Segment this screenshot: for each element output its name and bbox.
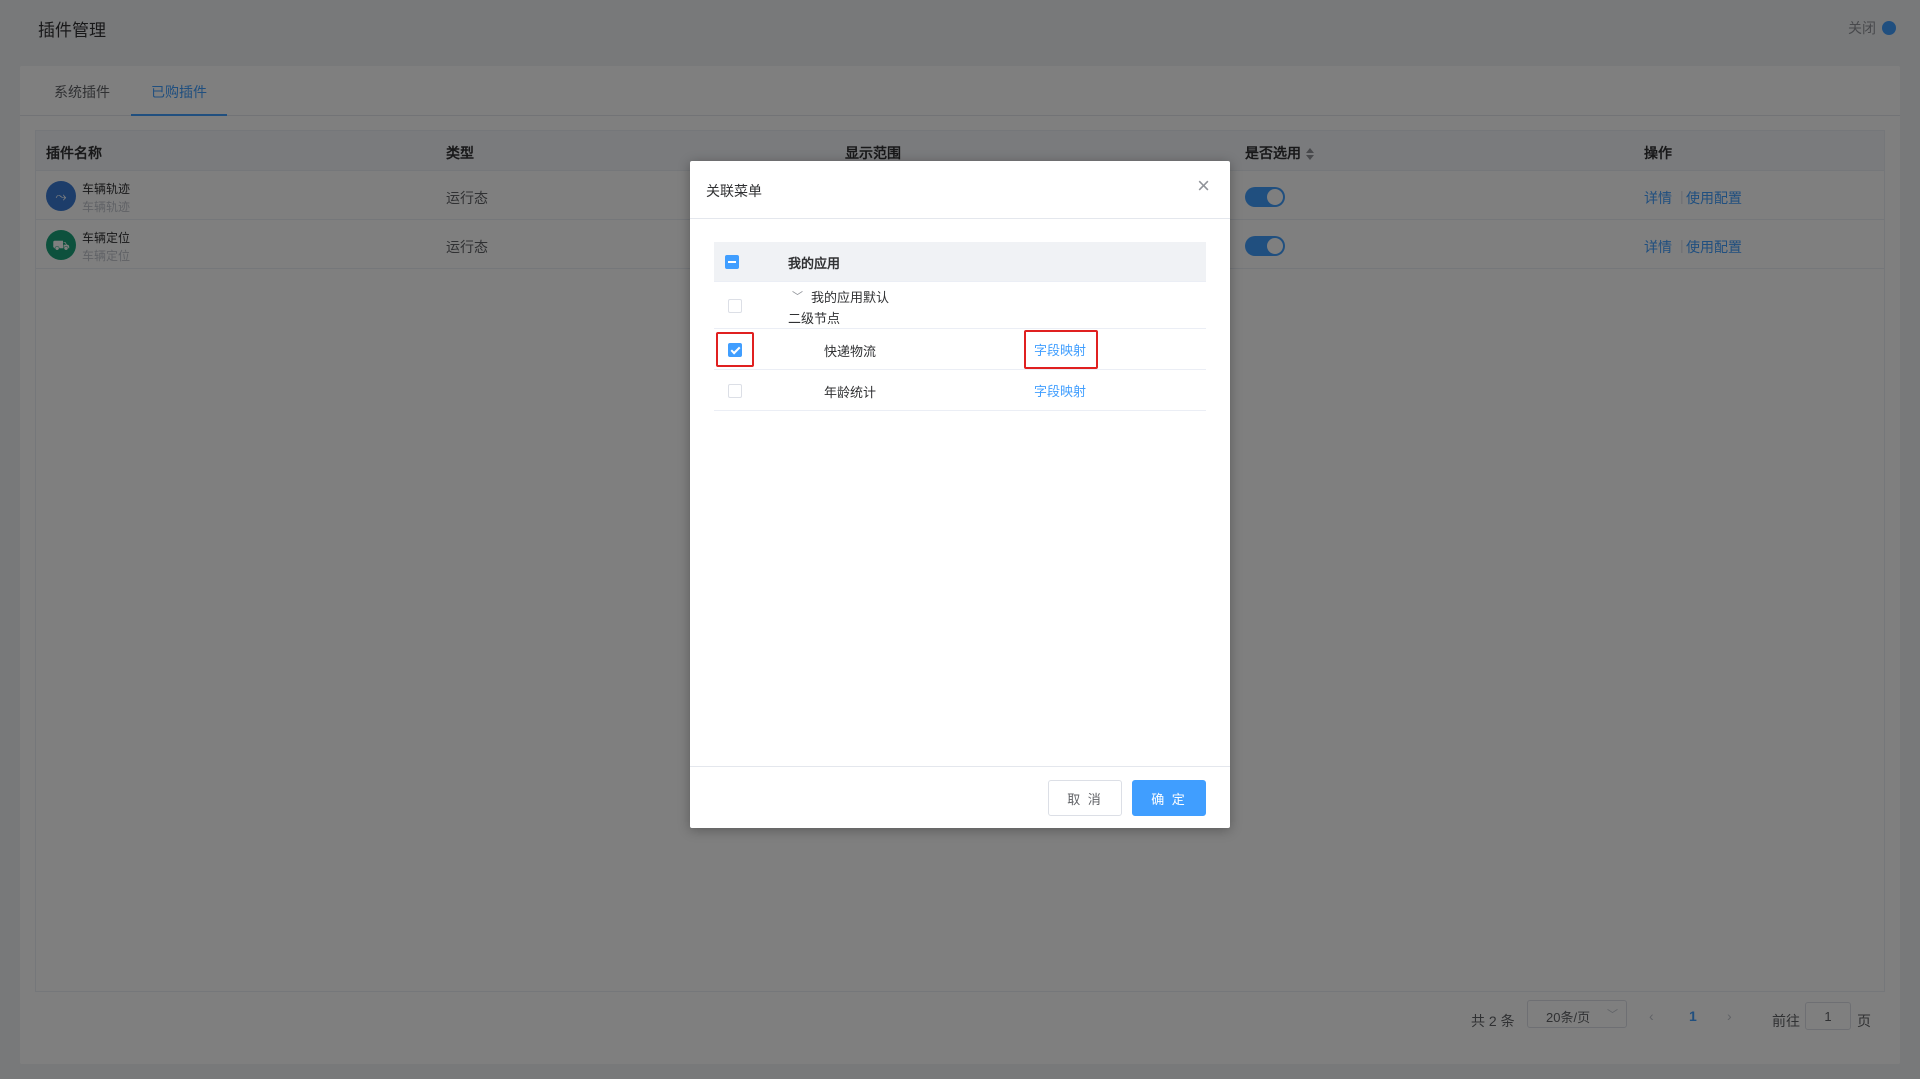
leaf-checkbox[interactable] [728,384,742,398]
tree-root-row: 我的应用 [714,242,1206,282]
cancel-button[interactable]: 取 消 [1048,780,1122,816]
highlight-box [716,332,754,367]
link-menu-dialog: 关联菜单 × 我的应用 ﹀ 我的应用默认 二级节点 快递物流 字段映射 年龄统计… [690,161,1230,828]
group-checkbox[interactable] [728,299,742,313]
highlight-box [1024,330,1098,369]
field-mapping-link[interactable]: 字段映射 [1034,381,1086,400]
tree-leaf-label: 快递物流 [824,344,877,359]
dialog-footer: 取 消 确 定 [690,766,1230,828]
tree-leaf-label: 年龄统计 [824,385,877,400]
tree-group-sublabel: 二级节点 [788,311,841,326]
tree-group-row: ﹀ 我的应用默认 二级节点 [714,282,1206,329]
tree-root-label: 我的应用 [788,256,841,271]
close-icon[interactable]: × [1197,175,1210,197]
tree-group-label: 我的应用默认 [811,290,890,305]
dialog-header: 关联菜单 × [690,161,1230,219]
menu-tree-table: 我的应用 ﹀ 我的应用默认 二级节点 快递物流 字段映射 年龄统计 字段映射 [714,242,1206,411]
root-checkbox[interactable] [725,255,739,269]
confirm-button[interactable]: 确 定 [1132,780,1206,816]
chevron-down-icon[interactable]: ﹀ [792,288,803,304]
tree-leaf-row: 快递物流 字段映射 [714,329,1206,370]
dialog-title: 关联菜单 [706,183,762,199]
tree-leaf-row: 年龄统计 字段映射 [714,370,1206,411]
